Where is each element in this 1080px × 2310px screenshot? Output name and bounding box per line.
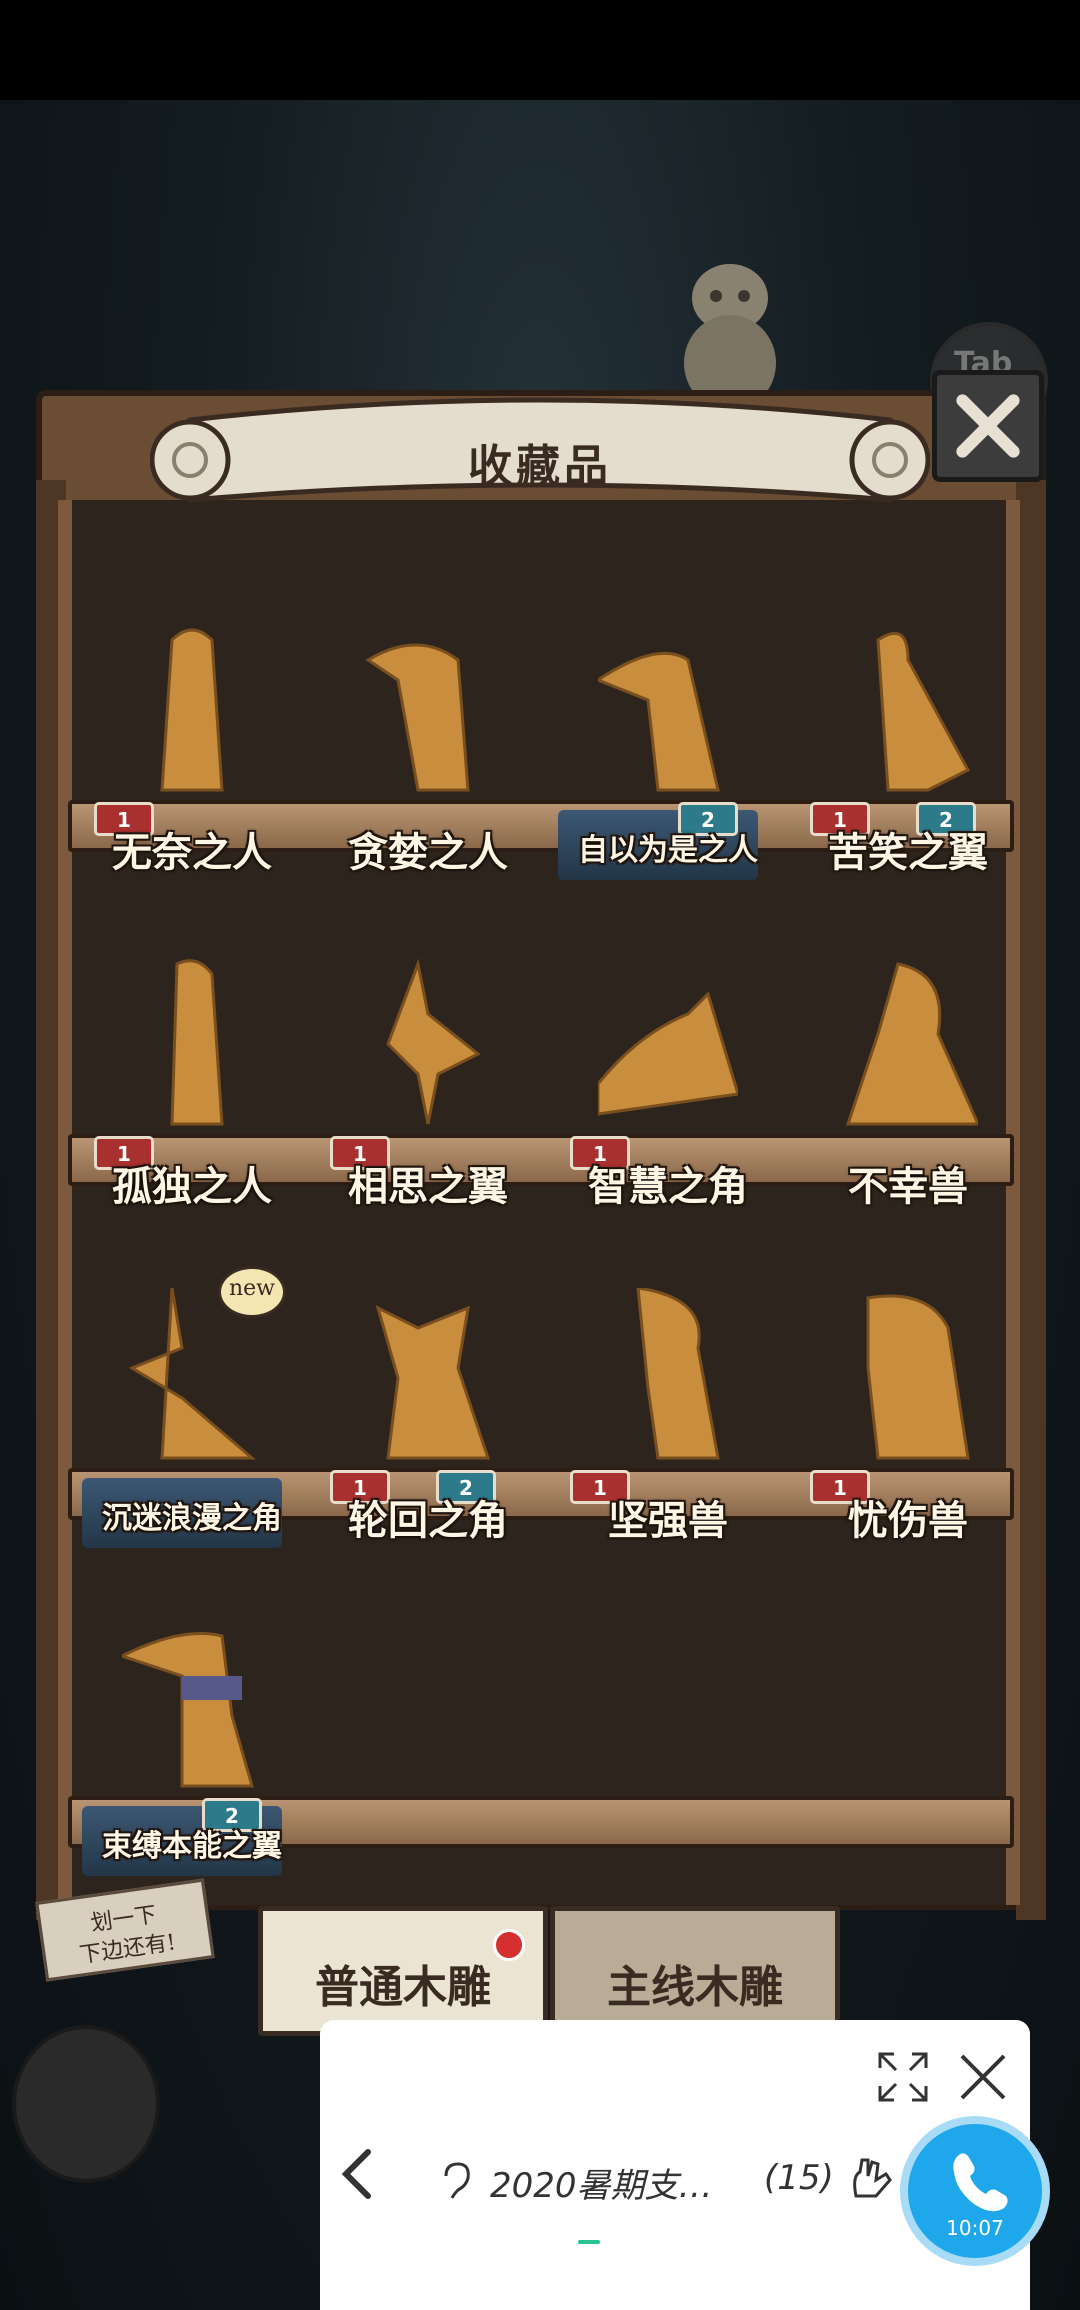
- wood-carving-figure: [636, 1288, 720, 1460]
- wood-carving-figure: [866, 1294, 970, 1460]
- owl-statue: [684, 264, 776, 408]
- tab-main-carvings[interactable]: 主线木雕: [550, 1906, 840, 2036]
- close-icon: [956, 394, 1020, 458]
- wood-carving-figure: [845, 962, 978, 1126]
- tab-normal-label: 普通木雕: [315, 1962, 491, 2013]
- collection-item[interactable]: 沉迷浪漫之角: [82, 1288, 302, 1548]
- notification-dot: [493, 1929, 525, 1961]
- wood-carving-figure: [375, 1305, 491, 1460]
- new-badge: new: [218, 1266, 286, 1318]
- collection-item[interactable]: 不幸兽: [798, 954, 1018, 1210]
- item-label: 自以为是之人: [578, 833, 758, 868]
- collection-item[interactable]: 1 坚强兽: [558, 1288, 778, 1544]
- collection-item[interactable]: 2 自以为是之人: [558, 620, 778, 880]
- wood-carving-figure: [122, 1632, 254, 1788]
- item-label: 无奈之人: [112, 829, 272, 876]
- collection-item[interactable]: 1 2 轮回之角: [318, 1288, 538, 1544]
- item-label: 苦笑之翼: [828, 829, 988, 876]
- collection-item[interactable]: 1 无奈之人: [82, 620, 302, 876]
- wood-carving-figure: [365, 643, 470, 792]
- close-button[interactable]: [932, 370, 1044, 482]
- call-duration: 10:07: [946, 2216, 1004, 2240]
- item-label: 不幸兽: [848, 1163, 968, 1210]
- collection-item[interactable]: 2 束缚本能之翼: [82, 1616, 302, 1876]
- collection-item[interactable]: 1 忧伤兽: [798, 1288, 1018, 1544]
- wood-carving-figure: [876, 631, 971, 792]
- collection-item[interactable]: 1 孤独之人: [82, 954, 302, 1210]
- exit-door-button[interactable]: [12, 2025, 160, 2183]
- unread-count: (15): [764, 2158, 834, 2198]
- wood-carving-figure: [170, 959, 224, 1126]
- wood-carving-figure: [160, 628, 224, 792]
- item-label: 忧伤兽: [848, 1497, 968, 1544]
- collection-item[interactable]: 1 相思之翼: [318, 954, 538, 1210]
- call-button[interactable]: 10:07: [900, 2116, 1050, 2266]
- item-label: 贪婪之人: [348, 829, 508, 876]
- collection-item[interactable]: 贪婪之人: [318, 620, 538, 876]
- hand-gesture-icon[interactable]: [846, 2152, 896, 2202]
- item-label: 沉迷浪漫之角: [102, 1501, 282, 1536]
- back-arrow-icon[interactable]: [332, 2144, 382, 2204]
- wood-carving-figure: [598, 991, 738, 1116]
- collection-item[interactable]: 1 2 苦笑之翼: [798, 620, 1018, 876]
- close-icon[interactable]: [956, 2050, 1010, 2104]
- item-label: 孤独之人: [112, 1163, 272, 1210]
- item-label: 智慧之角: [588, 1163, 748, 1210]
- expand-icon[interactable]: [876, 2050, 930, 2104]
- status-bar: [0, 0, 1080, 100]
- tab-normal-carvings[interactable]: 普通木雕: [258, 1906, 548, 2036]
- collection-item[interactable]: 1 智慧之角: [558, 954, 778, 1210]
- wood-carving-figure: [386, 958, 481, 1125]
- page-title: 收藏品: [468, 441, 612, 492]
- tab-main-label: 主线木雕: [607, 1962, 783, 2013]
- earpiece-icon: [444, 2162, 470, 2199]
- item-label: 坚强兽: [608, 1497, 728, 1544]
- chat-title: 2020暑期支…: [490, 2166, 713, 2206]
- tab-indicator: [578, 2240, 600, 2244]
- item-label: 相思之翼: [348, 1163, 508, 1210]
- item-label: 轮回之角: [348, 1497, 508, 1544]
- item-label: 束缚本能之翼: [102, 1829, 282, 1864]
- phone-icon: [953, 2153, 1008, 2212]
- wood-carving-figure: [598, 651, 720, 792]
